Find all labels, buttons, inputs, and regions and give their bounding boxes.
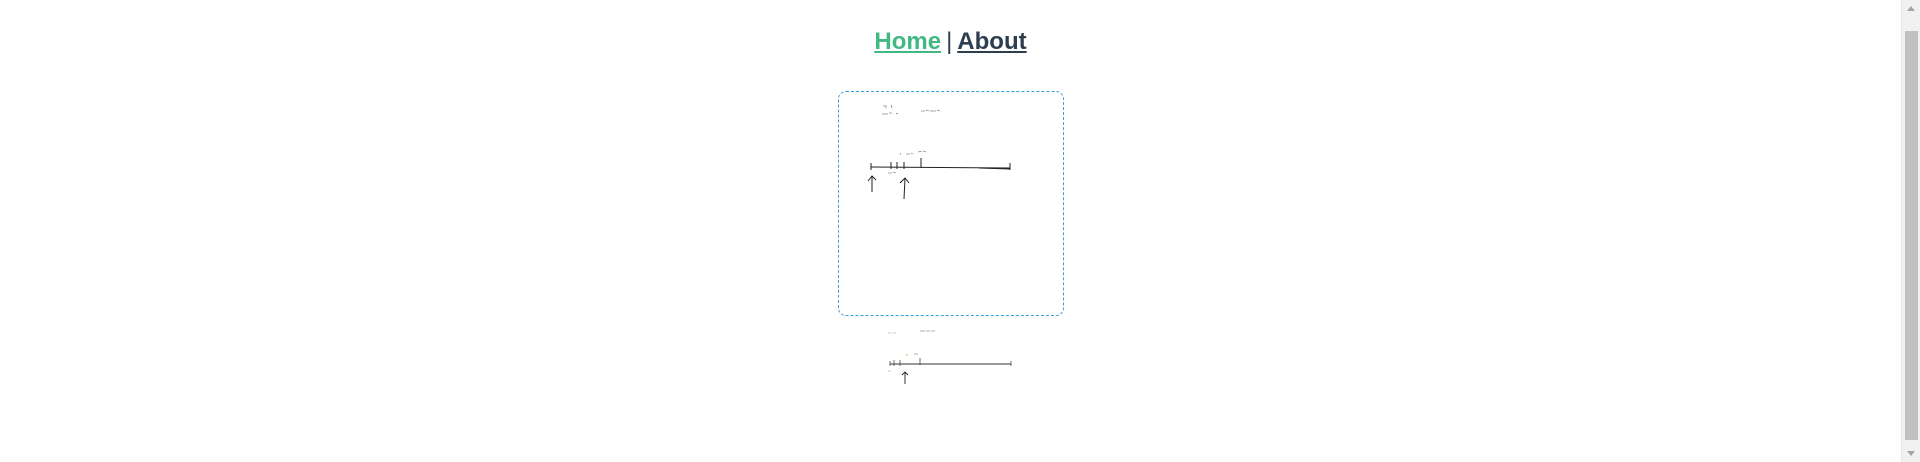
sketch-preview [888, 330, 1012, 384]
nav-separator: | [946, 28, 953, 55]
nav-link-about[interactable]: About [957, 28, 1026, 55]
nav-link-home[interactable]: Home [874, 28, 941, 55]
handwritten-sketch [867, 104, 1011, 200]
sketch-notes [882, 104, 941, 115]
chevron-down-icon[interactable] [1907, 451, 1915, 456]
sketch-timeline [870, 158, 1011, 170]
sketch-timeline-labels [888, 150, 927, 174]
chevron-up-icon[interactable] [1907, 6, 1915, 11]
vertical-scrollbar[interactable] [1901, 0, 1920, 462]
sketch-arrows [867, 175, 910, 200]
top-nav: Home | About [0, 28, 1901, 56]
scrollbar-thumb[interactable] [1905, 31, 1918, 440]
drawing-canvas[interactable] [838, 91, 1064, 316]
page: Home | About [0, 0, 1920, 462]
